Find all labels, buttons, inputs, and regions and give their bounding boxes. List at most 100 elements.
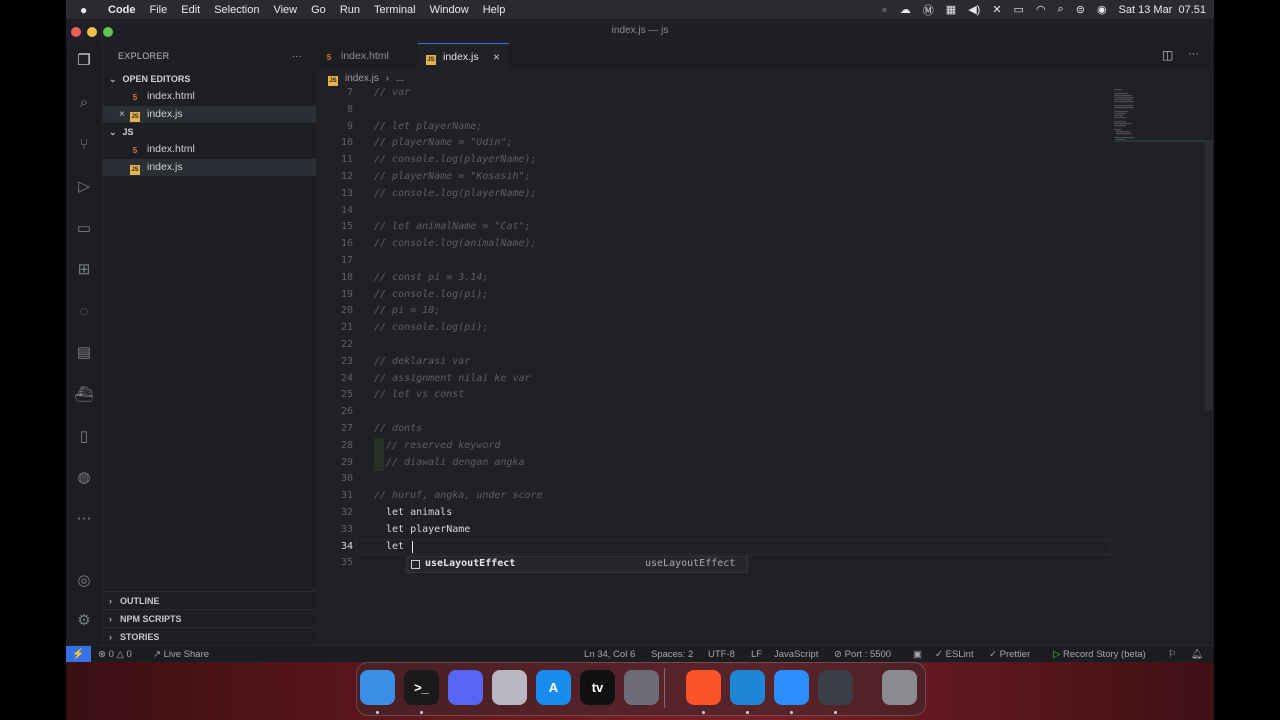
settings-gear-icon[interactable]: ⚙	[74, 611, 94, 631]
code-line[interactable]: // deklarasi var	[374, 356, 470, 367]
npm-scripts-section[interactable]: › NPM SCRIPTS	[103, 609, 316, 627]
minimap-slider[interactable]	[1114, 140, 1214, 142]
brave-icon[interactable]	[686, 670, 721, 705]
app-menu[interactable]: Code	[108, 4, 136, 16]
explorer-icon[interactable]: ❐	[74, 51, 94, 71]
code-line[interactable]: // assignment nilai ke var	[374, 373, 531, 384]
record-story-button[interactable]: ▷ Record Story (beta)	[1053, 646, 1146, 663]
code-line[interactable]: let animals	[386, 507, 452, 518]
editor-more-actions-icon[interactable]: ···	[1188, 48, 1199, 60]
cursor-position[interactable]: Ln 34, Col 6	[584, 646, 635, 663]
file-encoding[interactable]: UTF-8	[708, 646, 735, 663]
more-views-icon[interactable]: ⋯	[74, 509, 94, 529]
menu-go[interactable]: Go	[311, 4, 326, 16]
output-panel-icon[interactable]: ▣	[913, 646, 922, 663]
git-graph-icon[interactable]: ◌	[74, 302, 94, 322]
breadcrumb-rest[interactable]: ...	[396, 73, 404, 84]
indentation[interactable]: Spaces: 2	[651, 646, 693, 663]
menu-file[interactable]: File	[150, 4, 168, 16]
remote-connection-icon[interactable]: ⚡	[66, 646, 91, 663]
minimap[interactable]	[1114, 88, 1144, 143]
file-tree-item[interactable]: 5 index.html	[103, 141, 316, 159]
apple-tv-icon[interactable]: tv	[580, 670, 615, 705]
zoom-icon[interactable]	[774, 670, 809, 705]
code-line[interactable]: // console.log(playerName);	[374, 188, 537, 199]
file-tree-item[interactable]: JS index.js	[103, 158, 316, 176]
menu-selection[interactable]: Selection	[214, 4, 259, 16]
wifi-icon[interactable]: ◠	[1036, 3, 1046, 16]
record-indicator-icon[interactable]: ●	[881, 4, 888, 16]
bookmark-icon[interactable]: ▯	[74, 427, 94, 447]
docker-icon[interactable]: ⛴	[74, 385, 94, 405]
app-store-icon[interactable]: A	[536, 670, 571, 705]
m-app-icon[interactable]: Ⓜ	[923, 2, 934, 18]
problems-indicator[interactable]: ⊗ 0 △ 0	[98, 646, 132, 663]
bluetooth-icon[interactable]: ✕	[992, 3, 1001, 16]
code-line[interactable]: // console.log(playerName);	[374, 154, 537, 165]
trash-icon[interactable]	[882, 670, 917, 705]
split-editor-icon[interactable]: ◫	[1162, 48, 1173, 62]
layout-icon[interactable]: ▦	[946, 3, 956, 16]
suggestion-label[interactable]: useLayoutEffect	[425, 558, 515, 569]
battery-icon[interactable]: ▭	[1014, 3, 1024, 16]
cloud-icon[interactable]: ☁	[900, 3, 911, 16]
menu-edit[interactable]: Edit	[181, 4, 200, 16]
maximize-window-button[interactable]	[103, 27, 113, 37]
terminal-icon[interactable]: >_	[404, 670, 439, 705]
finder-icon[interactable]	[360, 670, 395, 705]
open-editors-section[interactable]: ⌄ OPEN EDITORS	[103, 70, 316, 88]
minimize-window-button[interactable]	[87, 27, 97, 37]
code-line[interactable]: // var	[374, 87, 410, 98]
end-of-line[interactable]: LF	[751, 646, 762, 663]
tab-index-html[interactable]: 5 index.html	[316, 43, 418, 70]
code-line[interactable]: // reserved keyword	[386, 440, 500, 451]
code-line[interactable]: // console.log(pi);	[374, 289, 488, 300]
menu-run[interactable]: Run	[340, 4, 360, 16]
control-center-icon[interactable]: ⊜	[1076, 3, 1085, 16]
code-line[interactable]: // console.log(pi);	[374, 322, 488, 333]
code-line[interactable]: // diawali dengan angka	[386, 457, 524, 468]
autocomplete-suggestion[interactable]: useLayoutEffect useLayoutEffect	[406, 556, 748, 573]
run-debug-icon[interactable]: ▷	[74, 177, 94, 197]
remote-explorer-icon[interactable]: ▭	[74, 219, 94, 239]
account-icon[interactable]: ◎	[74, 571, 94, 591]
open-editor-item[interactable]: 5 index.html	[103, 88, 316, 106]
code-line[interactable]: // huruf, angka, under score	[374, 490, 543, 501]
quicktime-icon[interactable]	[818, 670, 853, 705]
close-window-button[interactable]	[71, 27, 81, 37]
spotlight-search-icon[interactable]: ⌕	[1058, 3, 1064, 16]
code-line[interactable]: // console.log(animalName);	[374, 238, 537, 249]
github-icon[interactable]: ◍	[74, 468, 94, 488]
code-line[interactable]: // const pi = 3.14;	[374, 272, 488, 283]
menubar-clock[interactable]: Sat 13 Mar 07.51	[1119, 4, 1206, 16]
vscode-icon[interactable]	[730, 670, 765, 705]
code-line[interactable]: // let playerName;	[374, 121, 482, 132]
code-line[interactable]: let playerName	[386, 524, 470, 535]
language-mode[interactable]: JavaScript	[774, 646, 818, 663]
code-line[interactable]: // playerName = "Kosasih";	[374, 171, 531, 182]
extensions-icon[interactable]: ⊞	[74, 260, 94, 280]
feedback-icon[interactable]: ⚐	[1168, 646, 1177, 663]
code-line[interactable]: // donts	[374, 423, 422, 434]
siri-icon[interactable]: ◉	[1097, 3, 1107, 16]
launchpad-icon[interactable]	[492, 670, 527, 705]
explorer-more-button[interactable]: ···	[292, 43, 302, 70]
source-control-icon[interactable]: ⑂	[74, 135, 94, 155]
close-editor-icon[interactable]: ×	[119, 106, 130, 124]
notifications-bell-icon[interactable]: 🔔︎	[1191, 646, 1203, 663]
folder-section-js[interactable]: ⌄ JS	[103, 123, 316, 141]
stories-section[interactable]: › STORIES	[103, 627, 316, 645]
apple-menu-icon[interactable]: ●	[80, 3, 98, 17]
eslint-status[interactable]: ✓ ESLint	[935, 646, 974, 663]
preview-app-icon[interactable]	[624, 670, 659, 705]
code-line[interactable]: // playerName = "Udin";	[374, 137, 512, 148]
close-tab-icon[interactable]: ×	[493, 44, 500, 71]
project-manager-icon[interactable]: ▤	[74, 343, 94, 363]
breadcrumb-file[interactable]: index.js	[345, 73, 379, 84]
open-editor-item[interactable]: × JS index.js	[103, 105, 316, 124]
tab-index-js[interactable]: JS index.js ×	[418, 43, 509, 70]
prettier-status[interactable]: ✓ Prettier	[989, 646, 1030, 663]
search-icon[interactable]: ⌕	[74, 93, 94, 113]
code-line[interactable]: // let vs const	[374, 389, 464, 400]
code-line[interactable]: // pi = 10;	[374, 305, 440, 316]
